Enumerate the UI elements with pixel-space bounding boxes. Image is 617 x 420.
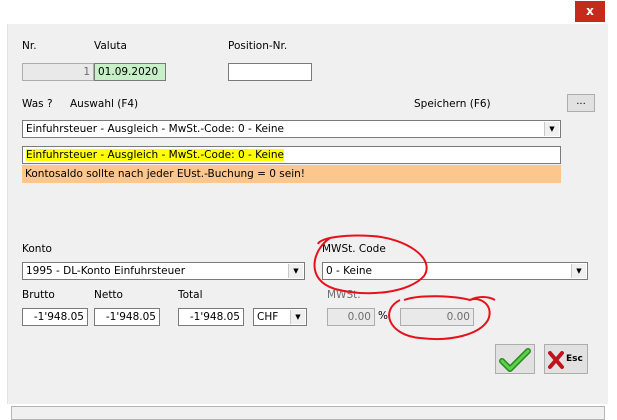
annotation-overlay (313, 234, 496, 340)
annotation-circle-mwst-code (313, 234, 428, 295)
annotation-circle-mwst-amount (388, 295, 496, 340)
